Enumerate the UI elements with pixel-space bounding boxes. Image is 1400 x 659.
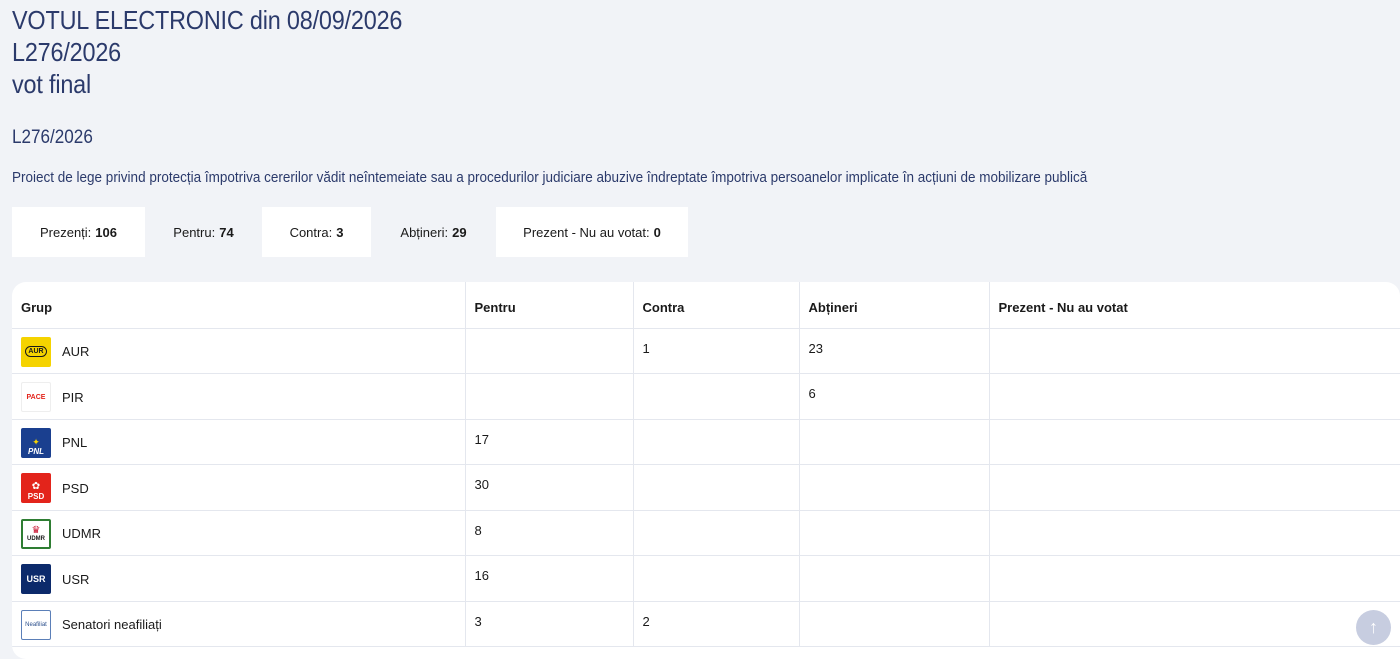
group-name: PSD xyxy=(62,480,89,496)
table-row: USR USR 16 xyxy=(12,555,1400,602)
pentru-cell xyxy=(464,373,633,420)
table-row: ✿ PSD PSD 30 xyxy=(12,464,1400,511)
contra-cell xyxy=(632,510,799,556)
pentru-cell: 8 xyxy=(464,510,633,556)
abtineri-cell xyxy=(798,601,989,647)
group-cell: USR USR xyxy=(12,555,465,602)
stat-prezent-nu-au-votat: Prezent - Nu au votat: 0 xyxy=(496,207,688,257)
udmr-logo-icon: ♛ UDMR xyxy=(21,518,51,549)
header-pentru: Pentru xyxy=(464,282,633,329)
contra-cell xyxy=(632,555,799,602)
prezent-cell xyxy=(988,601,1400,647)
header-abtineri: Abțineri xyxy=(798,282,989,329)
stat-label: Abțineri: xyxy=(400,224,449,240)
header-prezent: Prezent - Nu au votat xyxy=(988,282,1400,329)
group-name: USR xyxy=(62,571,90,587)
prezent-cell xyxy=(988,464,1400,511)
abtineri-cell xyxy=(798,464,989,511)
group-cell: Neafiliat Senatori neafiliați xyxy=(12,601,465,647)
stat-value: 0 xyxy=(653,224,661,240)
stat-prezenti: Prezenți: 106 xyxy=(12,207,145,257)
vote-stats: Prezenți: 106 Pentru: 74 Contra: 3 Abțin… xyxy=(12,207,688,257)
group-name: PIR xyxy=(62,389,84,405)
table-row: PACE PIR 6 xyxy=(12,373,1400,420)
stat-value: 106 xyxy=(95,224,117,240)
prezent-cell xyxy=(988,419,1400,465)
group-cell: ✿ PSD PSD xyxy=(12,464,465,511)
stat-value: 29 xyxy=(452,224,467,240)
prezent-cell xyxy=(988,555,1400,602)
title-law-code: L276/2026 xyxy=(12,37,121,67)
pentru-cell xyxy=(464,328,633,374)
abtineri-cell: 23 xyxy=(798,328,989,374)
group-cell: AUR AUR xyxy=(12,328,465,374)
contra-cell xyxy=(632,373,799,420)
law-code: L276/2026 xyxy=(12,127,93,148)
group-cell: ✦ PNL PNL xyxy=(12,419,465,465)
contra-cell: 2 xyxy=(632,601,799,647)
pentru-cell: 16 xyxy=(464,555,633,602)
stat-label: Prezent - Nu au votat: xyxy=(523,224,650,240)
title-vote-type: vot final xyxy=(12,69,92,99)
contra-cell xyxy=(632,464,799,511)
group-name: AUR xyxy=(62,344,90,359)
usr-logo-icon: USR xyxy=(21,564,51,594)
stat-pentru: Pentru: 74 xyxy=(145,207,262,257)
group-cell: PACE PIR xyxy=(12,373,465,420)
stat-abtineri: Abțineri: 29 xyxy=(371,207,496,257)
group-name: Senatori neafiliați xyxy=(62,617,162,632)
pentru-cell: 17 xyxy=(464,419,633,465)
arrow-up-icon: ↑ xyxy=(1369,617,1378,637)
aur-logo-icon: AUR xyxy=(21,336,51,367)
scroll-to-top-button[interactable]: ↑ xyxy=(1356,610,1391,645)
pentru-cell: 3 xyxy=(464,601,633,647)
contra-cell xyxy=(632,419,799,465)
abtineri-cell xyxy=(798,555,989,602)
stat-label: Contra: xyxy=(289,224,333,240)
table-row: ✦ PNL PNL 17 xyxy=(12,419,1400,465)
law-description: Proiect de lege privind protecția împotr… xyxy=(12,169,1088,186)
header-contra: Contra xyxy=(632,282,799,329)
stat-value: 3 xyxy=(336,224,344,240)
vote-table: Grup Pentru Contra Abțineri Prezent - Nu… xyxy=(12,282,1400,647)
pentru-cell: 30 xyxy=(464,464,633,511)
prezent-cell xyxy=(988,510,1400,556)
abtineri-cell xyxy=(798,510,989,556)
pace-logo-icon: PACE xyxy=(21,382,51,412)
header-grup: Grup xyxy=(12,282,465,329)
table-row: ♛ UDMR UDMR 8 xyxy=(12,510,1400,556)
group-cell: ♛ UDMR UDMR xyxy=(12,510,465,556)
neafiliat-logo-icon: Neafiliat xyxy=(21,609,51,640)
stat-label: Pentru: xyxy=(173,224,216,240)
table-row: AUR AUR 1 23 xyxy=(12,328,1400,374)
pnl-logo-icon: ✦ PNL xyxy=(21,427,51,458)
prezent-cell xyxy=(988,373,1400,420)
abtineri-cell xyxy=(798,419,989,465)
table-header-row: Grup Pentru Contra Abțineri Prezent - Nu… xyxy=(12,282,1400,329)
table-row: Neafiliat Senatori neafiliați 3 2 xyxy=(12,601,1400,647)
psd-logo-icon: ✿ PSD xyxy=(21,473,51,503)
stat-label: Prezenți: xyxy=(39,224,92,240)
title-vote-date: VOTUL ELECTRONIC din 08/09/2026 xyxy=(12,5,403,35)
stat-value: 74 xyxy=(219,224,234,240)
page-title: VOTUL ELECTRONIC din 08/09/2026 L276/202… xyxy=(12,4,446,100)
abtineri-cell: 6 xyxy=(798,373,989,420)
stat-contra: Contra: 3 xyxy=(262,207,371,257)
group-name: UDMR xyxy=(62,526,101,541)
vote-table-card: Grup Pentru Contra Abțineri Prezent - Nu… xyxy=(12,282,1400,659)
group-name: PNL xyxy=(62,435,88,450)
prezent-cell xyxy=(988,328,1400,374)
contra-cell: 1 xyxy=(632,328,799,374)
